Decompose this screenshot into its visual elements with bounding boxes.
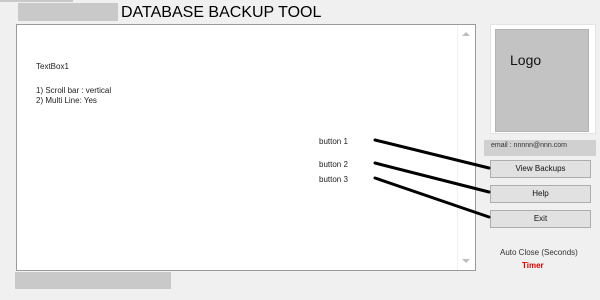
button-2-pointer-line bbox=[373, 161, 491, 194]
button-1-pointer-line bbox=[373, 138, 491, 170]
annotation-arrows bbox=[373, 138, 491, 219]
button-3-pointer-line bbox=[373, 176, 491, 219]
